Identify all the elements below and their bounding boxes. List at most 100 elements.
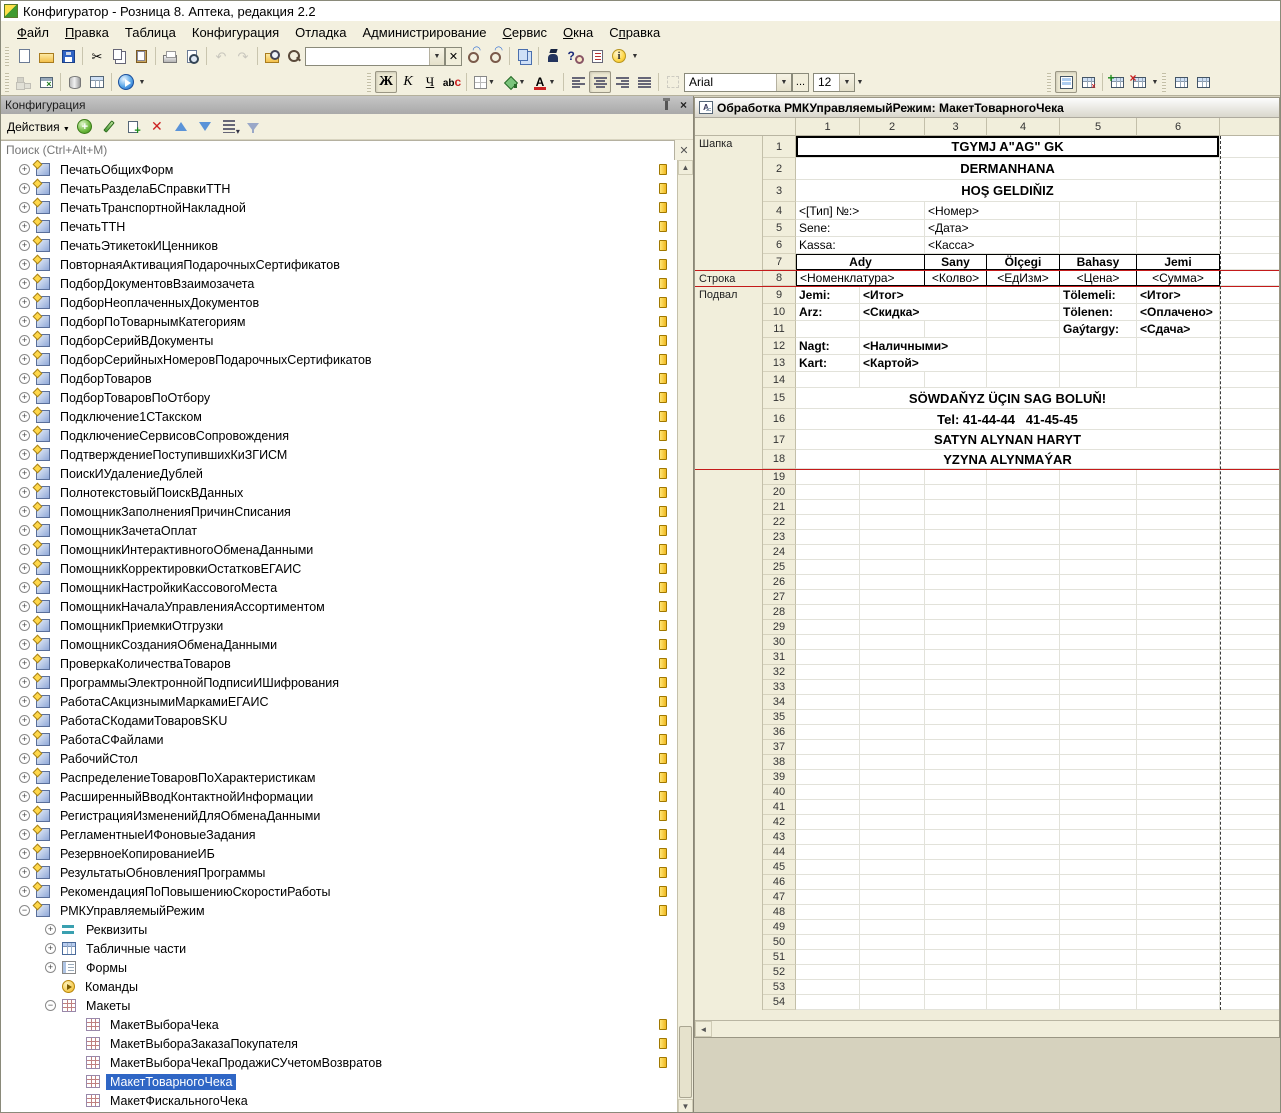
sheet-cell[interactable] — [925, 785, 987, 800]
sheet-cell[interactable] — [1137, 500, 1220, 515]
sheet-cell[interactable] — [860, 740, 925, 755]
find-in-files-button[interactable] — [261, 45, 283, 67]
row-number[interactable]: 47 — [763, 890, 796, 905]
tree-item[interactable]: −Макеты — [1, 996, 693, 1015]
sheet-cell[interactable] — [796, 755, 860, 770]
row-number[interactable]: 29 — [763, 620, 796, 635]
sheet-cell[interactable]: <Картой> — [860, 355, 987, 372]
sheet-cell[interactable] — [796, 845, 860, 860]
sheet-cell[interactable] — [860, 875, 925, 890]
sheet-cell[interactable] — [796, 650, 860, 665]
sheet-cell[interactable] — [1137, 605, 1220, 620]
sheet-cell[interactable]: <Сдача> — [1137, 321, 1220, 338]
sheet-cell[interactable] — [1060, 695, 1137, 710]
sheet-cell[interactable] — [1060, 590, 1137, 605]
sheet-cell[interactable] — [1137, 575, 1220, 590]
sheet-cell[interactable] — [1060, 237, 1137, 254]
sheet-cell[interactable] — [987, 575, 1060, 590]
chevron-down-icon[interactable]: ▼ — [776, 74, 791, 91]
sheet-cell[interactable] — [1060, 755, 1137, 770]
sheet-cell[interactable] — [1060, 635, 1137, 650]
expand-icon[interactable]: + — [19, 240, 30, 251]
sheet-cell[interactable]: <Колво> — [925, 271, 987, 286]
tree-item[interactable]: +РаботаСАкцизнымиМаркамиЕГАИС — [1, 692, 693, 711]
expand-icon[interactable]: + — [19, 601, 30, 612]
sheet-cell[interactable] — [1137, 950, 1220, 965]
tree-item[interactable]: +Реквизиты — [1, 920, 693, 939]
expand-icon[interactable]: + — [19, 354, 30, 365]
expand-icon[interactable]: + — [19, 259, 30, 270]
row-number[interactable]: 35 — [763, 710, 796, 725]
row-number[interactable]: 49 — [763, 920, 796, 935]
sheet-cell[interactable] — [925, 560, 987, 575]
dropdown-caret-icon[interactable]: ▼ — [137, 79, 147, 86]
sheet-cell[interactable] — [1220, 785, 1279, 800]
tree-item[interactable]: +ПодборСерийВДокументы — [1, 331, 693, 350]
sheet-cell[interactable] — [925, 890, 987, 905]
row-number[interactable]: 6 — [763, 237, 796, 254]
sheet-cell[interactable] — [796, 785, 860, 800]
sheet-cell[interactable] — [1220, 500, 1279, 515]
sheet-cell[interactable] — [987, 605, 1060, 620]
sheet-cell[interactable] — [1137, 905, 1220, 920]
sheet-cell[interactable] — [796, 710, 860, 725]
row-number[interactable]: 43 — [763, 830, 796, 845]
dropdown-caret-icon[interactable]: ▼ — [1150, 79, 1160, 86]
sheet-cell[interactable]: TGYMJ A"AG" GK — [796, 136, 1220, 158]
sheet-cell[interactable] — [925, 935, 987, 950]
sheet-cell[interactable] — [1060, 920, 1137, 935]
sheet-cell[interactable] — [1060, 905, 1137, 920]
sheet-cell[interactable] — [1220, 860, 1279, 875]
sheet-cell[interactable] — [860, 545, 925, 560]
sheet-cell[interactable] — [1220, 220, 1279, 237]
sheet-cell[interactable] — [1220, 665, 1279, 680]
row-number[interactable]: 22 — [763, 515, 796, 530]
sheet-cell[interactable] — [1220, 321, 1279, 338]
sheet-cell[interactable] — [1220, 830, 1279, 845]
sheet-cell[interactable] — [987, 560, 1060, 575]
sheet-cell[interactable] — [860, 650, 925, 665]
sheet-cell[interactable] — [1220, 980, 1279, 995]
sheet-cell[interactable] — [987, 470, 1060, 485]
tree-item[interactable]: +РаботаСФайлами — [1, 730, 693, 749]
expand-icon[interactable]: + — [19, 164, 30, 175]
sheet-cell[interactable] — [925, 845, 987, 860]
tree-item[interactable]: +РегламентныеИФоновыеЗадания — [1, 825, 693, 844]
sheet-cell[interactable] — [796, 560, 860, 575]
sheet-cell[interactable] — [1220, 136, 1279, 158]
table-window-button[interactable] — [86, 71, 108, 93]
menu-item-3[interactable]: Конфигурация — [184, 23, 287, 42]
sheet-cell[interactable] — [1137, 920, 1220, 935]
sheet-cell[interactable] — [1137, 545, 1220, 560]
sheet-cell[interactable] — [1220, 545, 1279, 560]
expand-icon[interactable]: + — [19, 525, 30, 536]
tree-item[interactable]: +ПовторнаяАктивацияПодарочныхСертификато… — [1, 255, 693, 274]
sheet-cell[interactable] — [860, 605, 925, 620]
sheet-cell[interactable] — [925, 980, 987, 995]
table-settings-button[interactable]: x — [1077, 71, 1099, 93]
expand-icon[interactable]: + — [19, 829, 30, 840]
tree-item[interactable]: +ПодборТоваров — [1, 369, 693, 388]
sheet-cell[interactable] — [925, 515, 987, 530]
row-number[interactable]: 18 — [763, 450, 796, 469]
row-number[interactable]: 15 — [763, 388, 796, 409]
tree-item[interactable]: +ПодборНеоплаченныхДокументов — [1, 293, 693, 312]
menu-item-0[interactable]: Файл — [9, 23, 57, 42]
horizontal-scrollbar[interactable]: ◄ — [695, 1020, 1279, 1037]
tree-item[interactable]: +РаспределениеТоваровПоХарактеристикам — [1, 768, 693, 787]
sheet-cell[interactable] — [796, 965, 860, 980]
sheet-cell[interactable]: Nagt: — [796, 338, 860, 355]
tree-item[interactable]: +ПомощникПриемкиОтгрузки — [1, 616, 693, 635]
row-number[interactable]: 44 — [763, 845, 796, 860]
sheet-cell[interactable] — [1220, 950, 1279, 965]
delete-button[interactable]: ✕ — [148, 118, 166, 136]
sheet-cell[interactable]: SÖWDAŇYZ ÜÇIN SAG BOLUŇ! — [796, 388, 1220, 409]
sheet-cell[interactable] — [925, 605, 987, 620]
sheet-cell[interactable] — [796, 620, 860, 635]
edit-button[interactable] — [100, 118, 118, 136]
column-header[interactable]: 3 — [925, 118, 987, 136]
sheet-cell[interactable] — [1137, 650, 1220, 665]
sheet-cell[interactable] — [987, 770, 1060, 785]
sheet-cell[interactable] — [1060, 800, 1137, 815]
tree-item[interactable]: +ПомощникНастройкиКассовогоМеста — [1, 578, 693, 597]
